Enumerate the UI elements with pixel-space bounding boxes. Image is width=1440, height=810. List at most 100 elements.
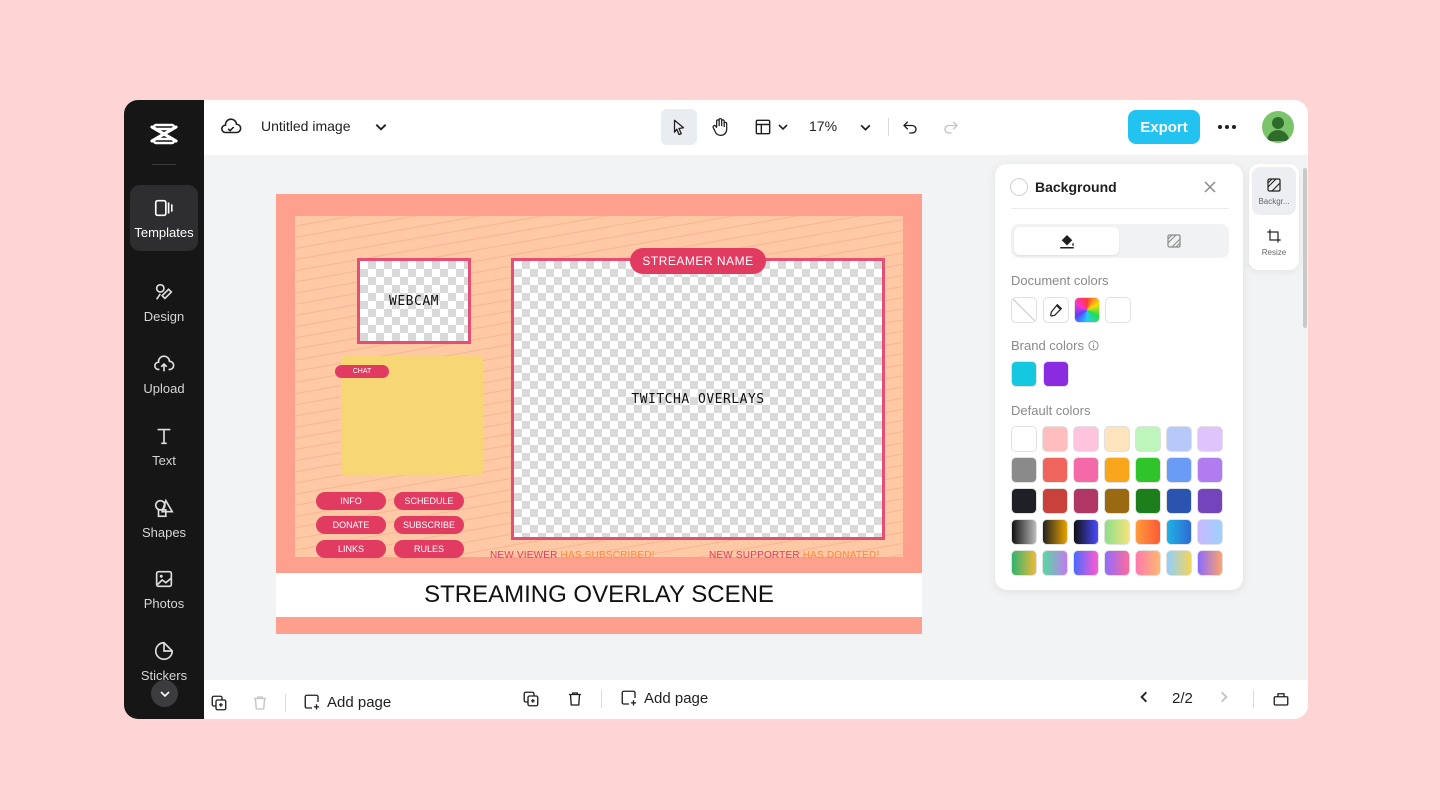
undo-button[interactable] [899,116,921,138]
layout-tool-button[interactable] [752,116,774,138]
rules-pill[interactable]: RULES [394,540,464,558]
default-color-swatch[interactable] [1166,457,1192,483]
default-color-swatch[interactable] [1073,519,1099,545]
default-color-swatch[interactable] [1073,550,1099,576]
schedule-pill[interactable]: SCHEDULE [394,492,464,510]
zoom-dropdown-button[interactable] [856,118,874,136]
redo-button[interactable] [940,116,962,138]
document-title[interactable]: Untitled image [261,118,351,134]
duplicate-page-button-left[interactable] [210,694,228,712]
default-color-swatch[interactable] [1011,519,1037,545]
links-pill[interactable]: LINKS [316,540,386,558]
rail-item-resize[interactable]: Resize [1252,218,1296,266]
add-page-icon [620,689,638,707]
default-color-swatch[interactable] [1042,426,1068,452]
default-color-swatch[interactable] [1073,457,1099,483]
subscriber-alert[interactable]: NEW VIEWER HAS SUBSCRIBED! [490,550,655,561]
default-color-swatch[interactable] [1104,426,1130,452]
sidebar-more-button[interactable] [151,680,178,707]
select-tool-button[interactable] [661,109,697,145]
brand-color-swatch[interactable] [1043,361,1069,387]
upload-icon [153,353,175,375]
delete-page-button[interactable] [566,690,584,708]
sidebar-item-text[interactable]: Text [130,413,198,479]
layout-dropdown-button[interactable] [775,118,791,136]
eyedropper-button[interactable] [1043,297,1069,323]
duplicate-page-button[interactable] [522,690,540,708]
no-color-swatch[interactable] [1011,297,1037,323]
document-color-swatch[interactable] [1105,297,1131,323]
default-color-swatch[interactable] [1042,488,1068,514]
default-color-swatch[interactable] [1073,488,1099,514]
default-color-swatch[interactable] [1197,426,1223,452]
donate-pill[interactable]: DONATE [316,516,386,534]
default-color-swatch[interactable] [1166,488,1192,514]
webcam-frame[interactable]: WEBCAM [357,258,471,344]
default-color-swatch[interactable] [1135,457,1161,483]
default-color-swatch[interactable] [1104,519,1130,545]
export-button[interactable]: Export [1128,110,1200,144]
brand-color-swatch[interactable] [1011,361,1037,387]
next-page-button[interactable] [1217,690,1231,704]
main-video-frame[interactable]: TWITCHA OVERLAYS [511,258,885,540]
info-icon[interactable] [1088,340,1099,351]
fill-mode-tab[interactable] [1014,227,1119,255]
hand-tool-button[interactable] [702,109,738,145]
default-color-swatch[interactable] [1042,550,1068,576]
sidebar: Templates Design Upload Text Shapes Phot… [124,100,204,719]
chat-label-pill[interactable]: CHAT [335,365,389,378]
zoom-level[interactable]: 17% [809,118,837,134]
rail-item-background[interactable]: Backgr... [1252,167,1296,215]
shapes-icon [153,497,175,519]
default-color-swatch[interactable] [1197,519,1223,545]
user-avatar[interactable] [1262,111,1294,143]
sidebar-item-photos[interactable]: Photos [130,556,198,622]
default-color-swatch[interactable] [1042,519,1068,545]
delete-page-button-left[interactable] [251,694,269,712]
default-color-swatch[interactable] [1011,426,1037,452]
transparent-mode-tab[interactable] [1121,227,1226,255]
title-dropdown-button[interactable] [372,118,390,136]
more-options-button[interactable] [1214,116,1240,138]
caption-band[interactable]: STREAMING OVERLAY SCENE [276,573,922,617]
canvas-area[interactable]: WEBCAM TWITCHA OVERLAYS STREAMER NAME CH… [204,155,1308,680]
default-color-swatch[interactable] [1011,550,1037,576]
canvas-scrollbar[interactable] [1303,168,1307,328]
default-color-swatch[interactable] [1011,488,1037,514]
default-color-swatch[interactable] [1073,426,1099,452]
default-color-swatch[interactable] [1166,426,1192,452]
sidebar-item-design[interactable]: Design [130,269,198,335]
default-color-swatch[interactable] [1166,519,1192,545]
design-page[interactable]: WEBCAM TWITCHA OVERLAYS STREAMER NAME CH… [276,194,922,634]
capcut-logo-icon[interactable] [148,118,180,150]
default-color-swatch[interactable] [1104,457,1130,483]
default-color-swatch[interactable] [1135,550,1161,576]
panel-close-button[interactable] [1201,178,1219,196]
previous-page-button[interactable] [1137,690,1151,704]
default-color-swatch[interactable] [1197,457,1223,483]
default-color-swatch[interactable] [1166,550,1192,576]
custom-color-swatch[interactable] [1074,297,1100,323]
default-color-swatch[interactable] [1197,488,1223,514]
default-color-swatch[interactable] [1104,488,1130,514]
caption-text: STREAMING OVERLAY SCENE [424,581,774,609]
subscribe-pill[interactable]: SUBSCRIBE [394,516,464,534]
default-color-swatch[interactable] [1011,457,1037,483]
add-page-button[interactable]: Add page [620,689,708,707]
default-color-swatch[interactable] [1135,488,1161,514]
page-manager-button[interactable] [1272,690,1290,708]
donation-alert[interactable]: NEW SUPPORTER HAS DONATED! [709,550,879,561]
default-color-swatch[interactable] [1135,426,1161,452]
default-color-swatch[interactable] [1042,457,1068,483]
default-color-swatch[interactable] [1135,519,1161,545]
app-window: Templates Design Upload Text Shapes Phot… [124,100,1308,719]
default-color-swatch[interactable] [1197,550,1223,576]
sidebar-item-templates[interactable]: Templates [130,185,198,251]
default-color-swatch[interactable] [1104,550,1130,576]
info-pill[interactable]: INFO [316,492,386,510]
streamer-name-pill[interactable]: STREAMER NAME [630,248,766,274]
sidebar-item-shapes[interactable]: Shapes [130,485,198,551]
sidebar-item-upload[interactable]: Upload [130,341,198,407]
add-page-button-left[interactable]: Add page [303,693,391,711]
cloud-sync-button[interactable] [220,116,242,138]
